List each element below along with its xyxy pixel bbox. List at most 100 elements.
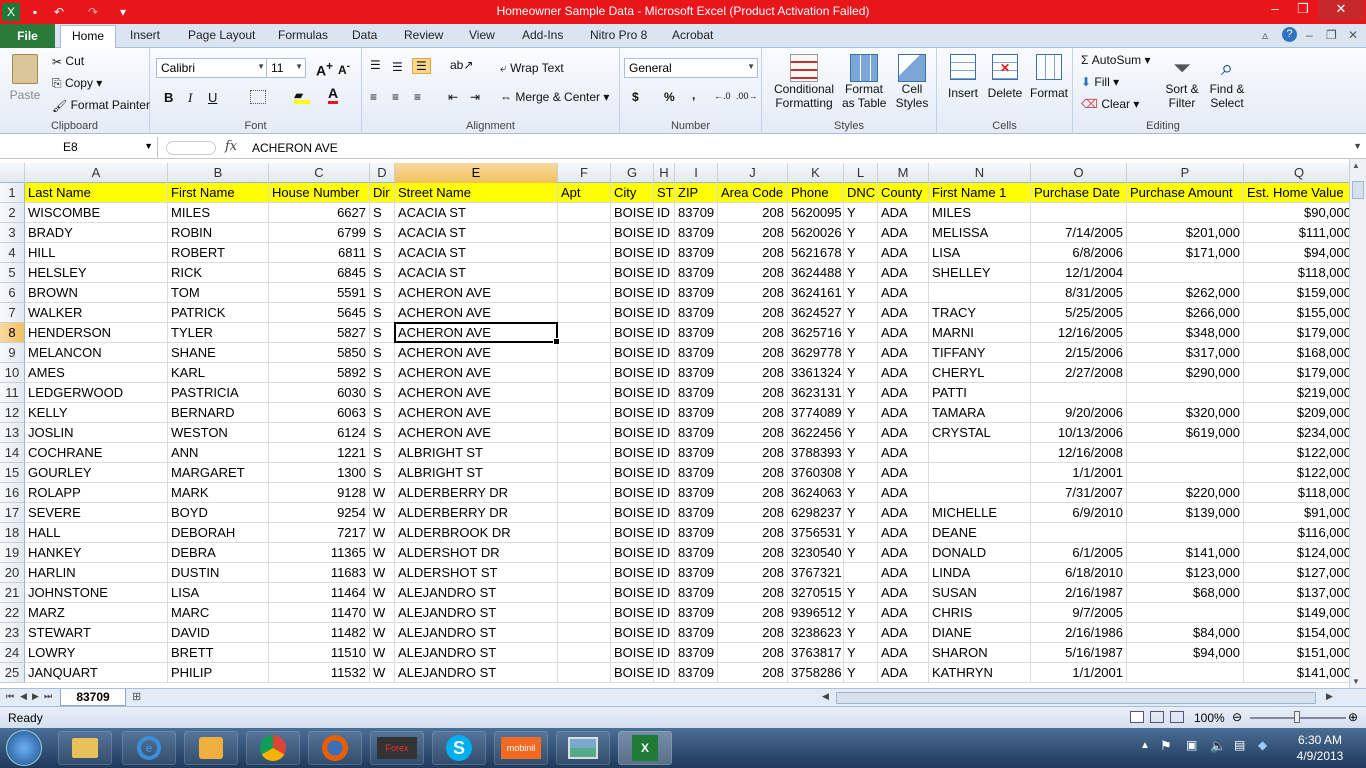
cell[interactable]: Y xyxy=(844,483,878,503)
clock-date[interactable]: 4/9/2013 xyxy=(1284,749,1356,763)
cell[interactable]: ID xyxy=(654,443,675,463)
cell[interactable]: 208 xyxy=(718,223,788,243)
vertical-scroll-thumb[interactable] xyxy=(1352,181,1364,199)
zoom-out-icon[interactable]: ⊖ xyxy=(1232,710,1242,724)
cell[interactable]: 3758286 xyxy=(788,663,844,683)
cell[interactable]: AMES xyxy=(25,363,168,383)
cell[interactable] xyxy=(558,323,611,343)
cell[interactable]: DUSTIN xyxy=(168,563,269,583)
cell[interactable]: 5892 xyxy=(269,363,370,383)
formula-bar-handle[interactable] xyxy=(166,141,216,155)
cell[interactable]: ADA xyxy=(878,203,929,223)
cell[interactable]: BOISE xyxy=(611,523,654,543)
cell[interactable]: 83709 xyxy=(675,303,718,323)
cell[interactable]: W xyxy=(370,543,395,563)
cell[interactable]: DAVID xyxy=(168,623,269,643)
cell[interactable]: S xyxy=(370,283,395,303)
cell[interactable]: BOISE xyxy=(611,603,654,623)
cell[interactable]: $262,000 xyxy=(1127,283,1244,303)
cell[interactable]: 208 xyxy=(718,503,788,523)
cell[interactable] xyxy=(929,283,1031,303)
cell[interactable]: WALKER xyxy=(25,303,168,323)
cell[interactable]: BOISE xyxy=(611,323,654,343)
cell[interactable]: Y xyxy=(844,363,878,383)
cell[interactable]: ADA xyxy=(878,543,929,563)
cell[interactable]: 8/31/2005 xyxy=(1031,283,1127,303)
cell[interactable] xyxy=(558,283,611,303)
cell[interactable]: S xyxy=(370,303,395,323)
cell[interactable] xyxy=(558,583,611,603)
cell[interactable]: Y xyxy=(844,523,878,543)
cell[interactable]: 6298237 xyxy=(788,503,844,523)
cell[interactable] xyxy=(558,503,611,523)
cell[interactable]: ID xyxy=(654,503,675,523)
cell[interactable]: Y xyxy=(844,583,878,603)
cell[interactable]: DIANE xyxy=(929,623,1031,643)
cell[interactable]: 6845 xyxy=(269,263,370,283)
cell[interactable]: $141,000 xyxy=(1127,543,1244,563)
cell[interactable]: DEBORAH xyxy=(168,523,269,543)
cell[interactable]: BOISE xyxy=(611,343,654,363)
cell[interactable]: JOHNSTONE xyxy=(25,583,168,603)
cell[interactable]: 3361324 xyxy=(788,363,844,383)
cell[interactable]: ID xyxy=(654,523,675,543)
copy-button[interactable]: ⎘ Copy ▾ xyxy=(52,76,102,91)
cell[interactable]: ADA xyxy=(878,403,929,423)
cell[interactable]: MARGARET xyxy=(168,463,269,483)
tab-data[interactable]: Data xyxy=(352,28,377,42)
scroll-up-icon[interactable]: ▲ xyxy=(1352,161,1360,170)
cell[interactable]: ALDERSHOT ST xyxy=(395,563,558,583)
cell[interactable] xyxy=(558,623,611,643)
cell[interactable] xyxy=(1127,443,1244,463)
cell[interactable]: KATHRYN xyxy=(929,663,1031,683)
cell[interactable] xyxy=(558,423,611,443)
decrease-indent-icon[interactable]: ⇤ xyxy=(448,90,458,104)
decrease-decimal-icon[interactable]: .00→ xyxy=(736,91,758,101)
cell[interactable]: 83709 xyxy=(675,403,718,423)
column-header-a[interactable]: A xyxy=(25,163,168,183)
cell[interactable]: ID xyxy=(654,243,675,263)
cell[interactable]: BOYD xyxy=(168,503,269,523)
cell[interactable]: $155,000 xyxy=(1244,303,1349,323)
cell[interactable]: ADA xyxy=(878,303,929,323)
cell[interactable]: $118,000 xyxy=(1244,483,1349,503)
cell[interactable]: 11365 xyxy=(269,543,370,563)
row-header[interactable]: 3 xyxy=(0,223,25,243)
cell[interactable]: DEBRA xyxy=(168,543,269,563)
cell[interactable]: 208 xyxy=(718,423,788,443)
cell[interactable]: 3623131 xyxy=(788,383,844,403)
cell[interactable]: Y xyxy=(844,223,878,243)
clear-button[interactable]: ⌫ Clear ▾ xyxy=(1081,97,1139,111)
cell[interactable]: HILL xyxy=(25,243,168,263)
cell[interactable]: GOURLEY xyxy=(25,463,168,483)
column-title-cell[interactable]: First Name xyxy=(168,183,269,203)
tab-formulas[interactable]: Formulas xyxy=(278,28,328,42)
row-header[interactable]: 6 xyxy=(0,283,25,303)
row-header[interactable]: 17 xyxy=(0,503,25,523)
cell[interactable]: ROBIN xyxy=(168,223,269,243)
internet-explorer-icon[interactable]: e xyxy=(122,731,176,765)
cell[interactable]: 3629778 xyxy=(788,343,844,363)
column-title-cell[interactable]: Est. Home Value xyxy=(1244,183,1349,203)
cell[interactable]: JANQUART xyxy=(25,663,168,683)
column-header-f[interactable]: F xyxy=(558,163,611,183)
cell[interactable]: MILES xyxy=(929,203,1031,223)
cell[interactable]: $127,000 xyxy=(1244,563,1349,583)
cell[interactable] xyxy=(558,463,611,483)
cell[interactable]: $116,000 xyxy=(1244,523,1349,543)
cell[interactable]: 11532 xyxy=(269,663,370,683)
cell[interactable]: 83709 xyxy=(675,243,718,263)
cell[interactable]: $151,000 xyxy=(1244,643,1349,663)
cell[interactable] xyxy=(558,643,611,663)
sheet-tab[interactable]: 83709 xyxy=(60,689,126,706)
cell[interactable]: MARZ xyxy=(25,603,168,623)
cell[interactable]: LEDGERWOOD xyxy=(25,383,168,403)
cell[interactable] xyxy=(558,383,611,403)
cell[interactable]: 5/16/1987 xyxy=(1031,643,1127,663)
cell[interactable] xyxy=(558,603,611,623)
cell[interactable]: 3622456 xyxy=(788,423,844,443)
cell[interactable]: 208 xyxy=(718,343,788,363)
cell[interactable]: 83709 xyxy=(675,423,718,443)
bottom-align-icon[interactable]: ☰ xyxy=(412,58,431,74)
cell[interactable]: BERNARD xyxy=(168,403,269,423)
